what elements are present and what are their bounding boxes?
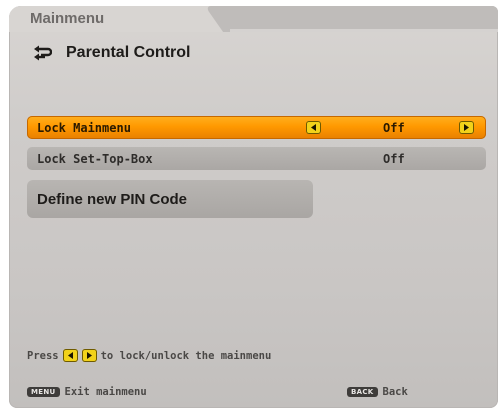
hint-arrow-left-icon [62,349,78,362]
arrow-right-icon[interactable] [459,121,474,134]
back-key-icon: BACK [347,387,378,397]
arrow-left-icon[interactable] [306,121,321,134]
menu-key-icon: MENU [27,387,60,397]
exit-mainmenu-label: Exit mainmenu [64,386,147,398]
panel-tab [230,6,498,32]
define-pin-label: Define new PIN Code [37,190,188,208]
define-pin-button[interactable]: Define new PIN Code [27,180,313,218]
menu-item-value: Off [383,120,405,135]
help-hint: Press to lock/unlock the mainmenu [27,349,271,362]
exit-mainmenu-button[interactable]: MENU Exit mainmenu [27,386,147,398]
hint-suffix: to lock/unlock the mainmenu [100,349,272,362]
hint-arrow-right-icon [81,349,97,362]
menu-item-lock-set-top-box[interactable]: Lock Set-Top-Box Off [27,147,486,170]
back-label: Back [382,386,408,398]
page-title-row: Parental Control [32,42,190,64]
page-title: Parental Control [66,44,191,61]
back-button[interactable]: BACK Back [347,386,408,398]
breadcrumb: Mainmenu [30,10,105,27]
menu-item-label: Lock Mainmenu [37,120,131,135]
menu-item-label: Lock Set-Top-Box [37,151,153,166]
menu-item-value: Off [383,151,405,166]
hint-prefix: Press [27,349,59,362]
menu-item-lock-mainmenu[interactable]: Lock Mainmenu Off [27,116,486,139]
return-arrow-icon [32,42,54,64]
